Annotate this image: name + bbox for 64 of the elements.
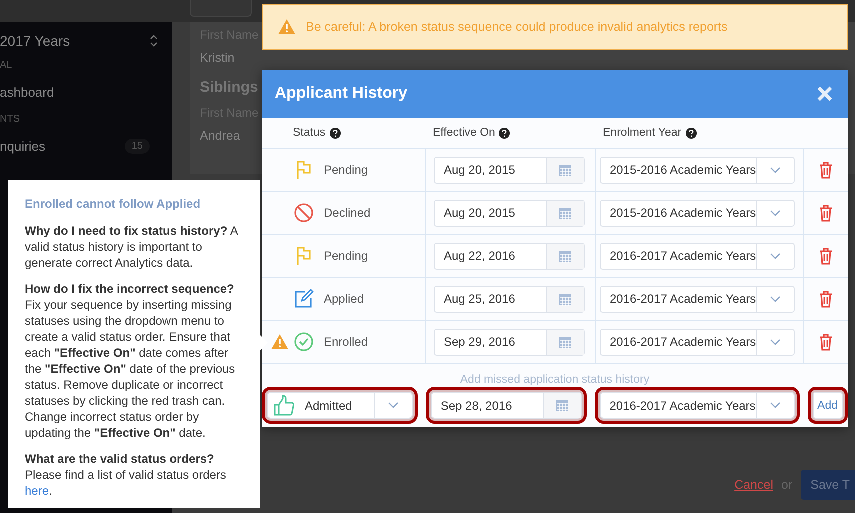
trash-icon[interactable] <box>819 248 833 264</box>
help-link[interactable]: here <box>25 484 50 498</box>
date-field[interactable]: Sep 29, 2016 <box>434 328 585 356</box>
help-paragraph: Why do I need to fix status history? A valid status history is important to generate correct Analytics data. <box>25 223 240 271</box>
calendar-icon <box>559 164 572 176</box>
help-paragraph: How do I fix the incorrect sequence? Fix your sequence by inserting missing statuses using the dropdown menu to create a valid status order. Ensure that each "Effective On" date comes after the "Effective On" date of the previous status. Remove duplicate or incorrect statuses by clicking the red trash can. Change incorrect status order by updating the "Effective On" date. <box>25 281 236 441</box>
status-label: Pending <box>324 163 368 177</box>
status-label: Enrolled <box>324 335 368 349</box>
help-icon <box>686 128 697 138</box>
status-label: Pending <box>324 249 368 263</box>
popover-title: Enrolled cannot follow Applied <box>25 197 202 211</box>
section-label: NTS <box>0 114 20 125</box>
chevron-updown-icon <box>150 34 158 48</box>
thumbs-up-icon <box>273 394 295 416</box>
year-dropdown[interactable]: 2016-2017 Academic Years <box>600 286 795 312</box>
trash-icon[interactable] <box>819 290 833 308</box>
help-paragraph: What are the valid status orders? Please find a list of valid status orders here. <box>25 451 228 499</box>
chevron-down-icon <box>770 166 782 174</box>
sidebar-item[interactable]: nquiries <box>0 139 46 154</box>
year-dropdown[interactable]: 2015-2016 Academic Years <box>600 200 795 226</box>
status-label: Declined <box>324 206 371 220</box>
field-value: Andrea <box>200 129 240 143</box>
calendar-icon <box>556 399 569 412</box>
help-icon <box>330 128 341 138</box>
section-label: AL <box>0 60 12 71</box>
warning-icon <box>271 334 289 350</box>
calendar-icon <box>559 250 572 262</box>
warning-icon <box>278 19 296 35</box>
column-header: Status <box>293 127 326 139</box>
trash-icon[interactable] <box>819 204 833 222</box>
calendar-icon <box>559 292 572 306</box>
date-field[interactable]: Aug 22, 2016 <box>434 242 585 270</box>
year-dropdown[interactable]: 2015-2016 Academic Years <box>600 156 795 184</box>
date-field[interactable]: Aug 25, 2016 <box>434 286 585 312</box>
chevron-down-icon <box>770 402 781 409</box>
chevron-down-icon <box>770 338 782 346</box>
trash-icon[interactable] <box>819 162 833 178</box>
trash-icon[interactable] <box>819 334 833 350</box>
close-icon[interactable] <box>817 86 833 102</box>
column-header: Enrolment Year <box>603 127 682 139</box>
date-field[interactable]: Aug 20, 2015 <box>434 156 585 184</box>
column-header: Effective On <box>433 127 496 139</box>
check-circle-icon <box>294 332 314 352</box>
status-label: Applied <box>324 292 364 306</box>
year-dropdown[interactable]: 2016-2017 Academic Years <box>600 328 795 356</box>
flag-icon <box>296 160 312 180</box>
dialog-title: Applicant History <box>275 85 408 103</box>
prohibited-icon <box>294 203 314 223</box>
chevron-down-icon <box>770 210 782 216</box>
chevron-down-icon <box>388 402 399 409</box>
year-selector[interactable]: 2017 Years <box>0 33 70 49</box>
count-badge: 15 <box>124 139 150 154</box>
chevron-down-icon <box>770 252 782 260</box>
edit-icon <box>294 289 314 309</box>
help-icon <box>499 128 510 138</box>
sidebar-item[interactable]: ashboard <box>0 85 54 100</box>
calendar-icon <box>559 206 572 220</box>
flag-icon <box>296 246 312 266</box>
warning-message: Be careful: A broken status sequence could produce invalid analytics reports <box>306 20 728 34</box>
year-dropdown[interactable]: 2016-2017 Academic Years <box>600 242 795 270</box>
calendar-icon <box>559 336 572 348</box>
field-value: Kristin <box>200 51 235 65</box>
date-field[interactable]: Aug 20, 2015 <box>434 200 585 226</box>
chevron-down-icon <box>770 296 782 302</box>
